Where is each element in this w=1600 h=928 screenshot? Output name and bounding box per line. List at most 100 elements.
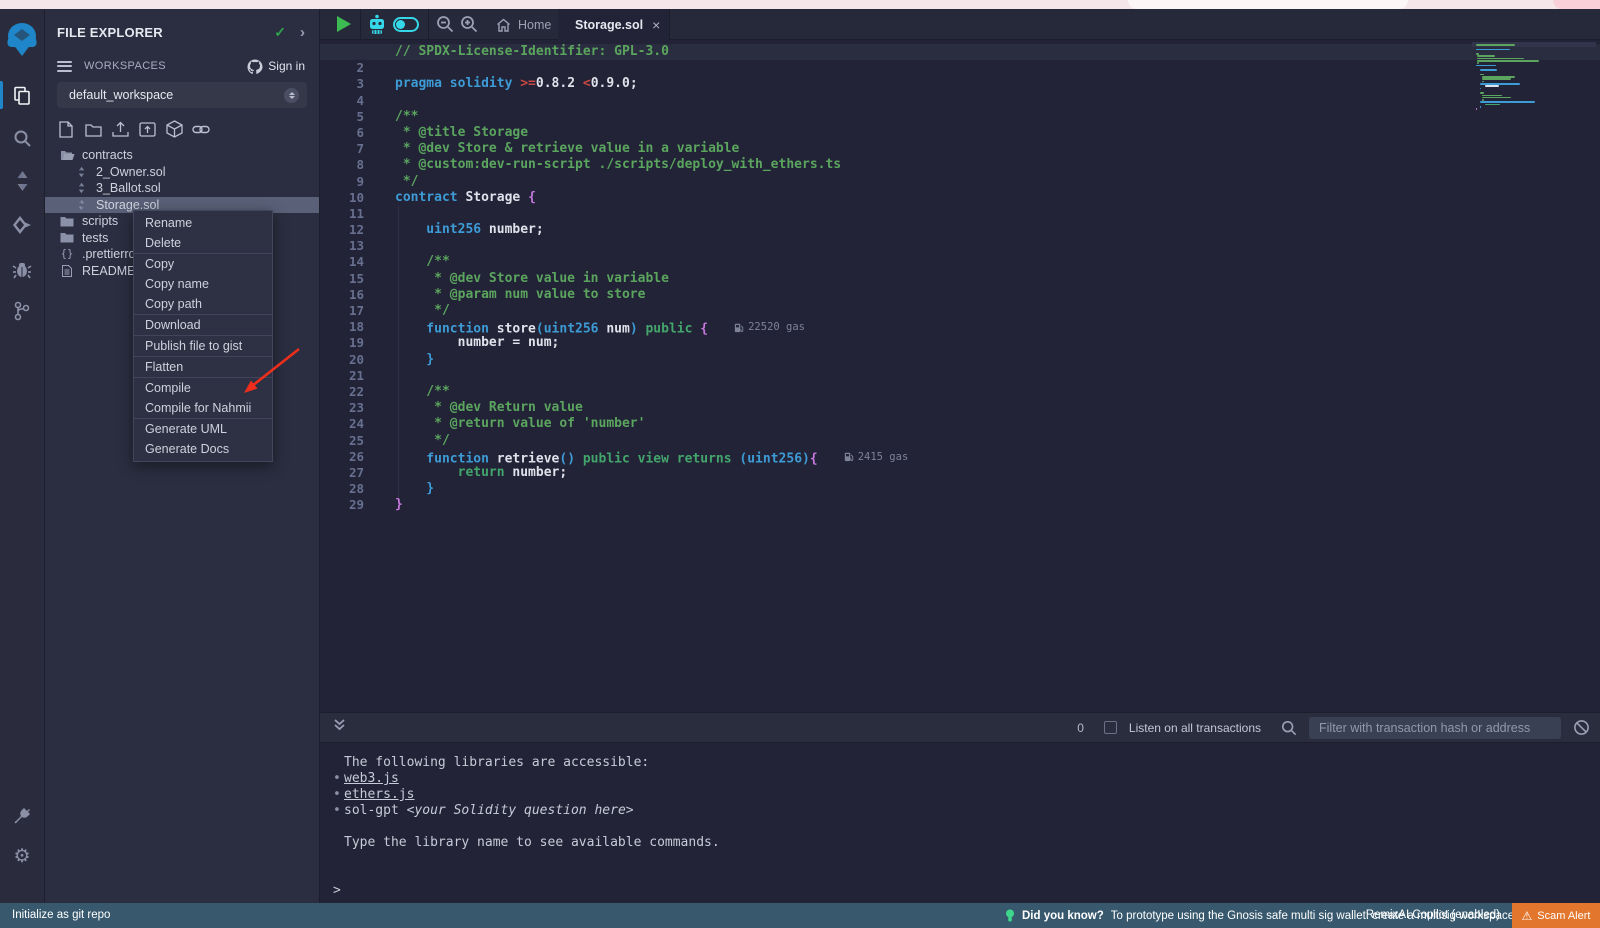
code-line-22: /** <box>395 384 1470 400</box>
menu-item-generate-uml[interactable]: Generate UML <box>134 419 272 439</box>
code-line-9: */ <box>395 174 1470 190</box>
menu-item-copy-name[interactable]: Copy name <box>134 274 272 294</box>
sidebar-item-deploy-and-run[interactable] <box>0 208 45 242</box>
tree-item-label: scripts <box>82 214 118 228</box>
sidebar-item-search[interactable] <box>0 121 45 155</box>
zoom-in-icon[interactable] <box>460 15 478 38</box>
sign-in-button[interactable]: Sign in <box>247 59 305 74</box>
code-line-28: } <box>395 481 1470 497</box>
new-file-icon[interactable] <box>57 119 75 139</box>
menu-item-copy-path[interactable]: Copy path <box>134 294 272 314</box>
sidebar-item-plugin-manager[interactable] <box>0 799 45 833</box>
code-line-21 <box>395 368 1470 384</box>
terminal-output[interactable]: The following libraries are accessible:•… <box>320 745 1600 903</box>
code-line-1: // SPDX-License-Identifier: GPL-3.0 <box>320 44 1600 60</box>
folder-icon <box>59 216 75 227</box>
sidebar-item-git[interactable] <box>0 294 45 328</box>
workspace-select[interactable]: default_workspace <box>57 82 307 108</box>
new-folder-icon[interactable] <box>84 119 102 139</box>
expand-terminal-icon[interactable] <box>333 718 346 737</box>
fuel-pump-icon <box>844 451 854 462</box>
terminal-header: 0 Listen on all transactions <box>320 712 1600 743</box>
ipfs-cube-icon[interactable] <box>165 119 183 139</box>
remix-ide-window: ⚙ FILE EXPLORER ✓ › WORKSPACES Sign in d… <box>0 0 1600 928</box>
remix-logo-icon[interactable] <box>0 14 45 66</box>
context-menu: RenameDeleteCopyCopy nameCopy pathDownlo… <box>133 210 273 462</box>
indent-guide <box>398 206 399 498</box>
ai-copilot-robot-icon[interactable] <box>367 14 387 40</box>
zoom-out-icon[interactable] <box>436 15 454 38</box>
code-editor[interactable]: 1234567891011121314151617181920212223242… <box>320 40 1600 712</box>
sign-in-label: Sign in <box>268 59 305 73</box>
transaction-count-badge: 0 <box>1077 721 1084 735</box>
hamburger-menu-icon[interactable] <box>57 58 72 74</box>
terminal-controls: 0 Listen on all transactions <box>1077 717 1600 739</box>
terminal-lines: The following libraries are accessible:•… <box>333 755 1600 851</box>
tree-item-label: contracts <box>82 148 133 162</box>
status-bar: Initialize as git repo Did you know? To … <box>0 903 1600 928</box>
explorer-toolbar <box>57 119 210 139</box>
gas-estimate-badge: 2415 gas <box>844 449 909 465</box>
terminal-line <box>333 819 1600 835</box>
transaction-filter-input[interactable] <box>1309 717 1561 739</box>
listen-transactions-checkbox[interactable] <box>1104 721 1117 734</box>
menu-item-copy[interactable]: Copy <box>134 254 272 274</box>
menu-item-delete[interactable]: Delete <box>134 233 272 253</box>
tree-item-3-ballot-sol[interactable]: 3_Ballot.sol <box>45 180 319 197</box>
code-line-12: uint256 number; <box>395 222 1470 238</box>
sidebar-item-solidity-compiler[interactable] <box>0 164 45 198</box>
home-icon <box>496 18 511 32</box>
code-line-14: /** <box>395 254 1470 270</box>
link-icon[interactable] <box>192 119 210 139</box>
gear-icon: ⚙ <box>13 847 30 866</box>
upload-folder-icon[interactable] <box>138 119 156 139</box>
code-line-17: */ <box>395 303 1470 319</box>
menu-item-compile-for-nahmii[interactable]: Compile for Nahmii <box>134 398 272 418</box>
editor-tabbar: Home Storage.sol × <box>320 9 1600 40</box>
menu-item-compile[interactable]: Compile <box>134 378 272 398</box>
scam-alert-badge[interactable]: ⚠ Scam Alert <box>1512 903 1600 928</box>
upload-file-icon[interactable] <box>111 119 129 139</box>
clear-console-icon[interactable] <box>1573 719 1590 736</box>
tree-item-label: tests <box>82 231 108 245</box>
solidity-icon <box>73 166 89 178</box>
close-tab-icon[interactable]: × <box>652 17 660 33</box>
tree-item-contracts[interactable]: contracts <box>45 147 319 164</box>
browser-edge-highlight <box>1128 0 1408 9</box>
git-init-button[interactable]: Initialize as git repo <box>12 903 110 928</box>
tree-item-label: .prettierrc <box>82 247 135 261</box>
code-line-3: pragma solidity >=0.8.2 <0.9.0; <box>395 76 1470 92</box>
workspaces-label: WORKSPACES <box>84 60 247 72</box>
menu-item-flatten[interactable]: Flatten <box>134 357 272 377</box>
sidebar-item-debugger[interactable] <box>0 252 45 286</box>
run-script-button[interactable] <box>337 16 351 32</box>
main-area: Home Storage.sol × 123456789101112131415… <box>320 9 1600 903</box>
sidebar-item-settings[interactable]: ⚙ <box>0 839 45 873</box>
tab-storage-sol[interactable]: Storage.sol × <box>558 9 670 40</box>
terminal-prompt[interactable]: > <box>333 883 341 898</box>
sidebar-item-file-explorer[interactable] <box>0 78 45 112</box>
minimap[interactable] <box>1476 42 1586 111</box>
ai-copilot-toggle[interactable] <box>393 17 419 32</box>
library-link-ethers-js[interactable]: ethers.js <box>344 787 414 802</box>
chevron-right-icon[interactable]: › <box>300 24 305 41</box>
menu-item-generate-docs[interactable]: Generate Docs <box>134 439 272 459</box>
tip-title: Did you know? <box>1022 910 1104 922</box>
copilot-status[interactable]: RemixAI Copilot (enabled) <box>1366 903 1500 928</box>
tree-item-2-owner-sol[interactable]: 2_Owner.sol <box>45 164 319 181</box>
library-link-web3-js[interactable]: web3.js <box>344 771 399 786</box>
tab-home[interactable]: Home <box>480 9 567 40</box>
solidity-icon <box>73 199 89 211</box>
code-line-5: /** <box>395 109 1470 125</box>
browser-edge-strip <box>0 0 1600 9</box>
listen-transactions-label: Listen on all transactions <box>1129 721 1261 735</box>
code-line-23: * @dev Return value <box>395 400 1470 416</box>
file-icon <box>59 265 75 277</box>
workspace-selected-value: default_workspace <box>69 88 284 102</box>
menu-item-rename[interactable]: Rename <box>134 213 272 233</box>
folder-icon <box>59 232 75 243</box>
code-line-15: * @dev Store value in variable <box>395 271 1470 287</box>
menu-item-publish-file-to-gist[interactable]: Publish file to gist <box>134 336 272 356</box>
terminal-line: •sol-gpt <your Solidity question here> <box>333 803 1600 819</box>
menu-item-download[interactable]: Download <box>134 315 272 335</box>
